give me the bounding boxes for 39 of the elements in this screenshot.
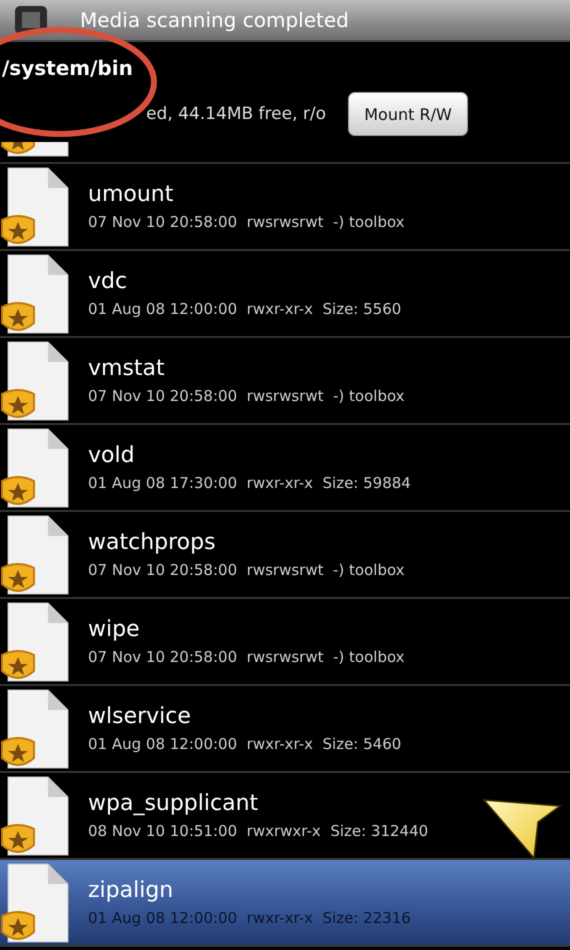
file-badge-icon [0, 514, 70, 596]
file-details: 07 Nov 10 20:58:00 rwsrwsrwt -) toolbox [88, 648, 405, 666]
mount-button[interactable]: Mount R/W [348, 92, 468, 136]
file-details: 07 Nov 10 20:58:00 rwsrwsrwt -) toolbox [88, 387, 405, 405]
file-badge-icon [0, 774, 70, 856]
file-badge-icon [0, 688, 70, 770]
file-badge-icon [0, 340, 70, 422]
file-row[interactable]: wipe 07 Nov 10 20:58:00 rwsrwsrwt -) toolbox [0, 599, 570, 686]
file-row[interactable]: umount 07 Nov 10 20:58:00 rwsrwsrwt -) toolbox [0, 164, 570, 251]
file-row[interactable]: vmstat 07 Nov 10 20:58:00 rwsrwsrwt -) toolbox [0, 338, 570, 425]
file-name: vold [88, 443, 136, 468]
notification-text: Media scanning completed [80, 8, 349, 32]
file-name: umount [88, 182, 174, 207]
file-badge-icon [0, 862, 70, 944]
file-badge-icon [0, 252, 70, 334]
file-details: 07 Nov 10 20:58:00 rwsrwsrwt -) toolbox [88, 213, 405, 231]
file-details: 01 Aug 08 12:00:00 rwxr-xr-x Size: 5560 [88, 300, 402, 318]
file-badge-icon [0, 600, 70, 682]
file-name: wipe [88, 617, 141, 642]
file-name: wpa_supplicant [88, 791, 260, 816]
file-row[interactable]: watchprops 07 Nov 10 20:58:00 rwsrwsrwt -) toolbox [0, 512, 570, 599]
file-row[interactable]: vdc 01 Aug 08 12:00:00 rwxr-xr-x Size: 5560 [0, 251, 570, 338]
file-badge-icon [0, 166, 70, 248]
file-name: vmstat [88, 356, 166, 381]
file-name: watchprops [88, 530, 217, 555]
file-details: 07 Nov 10 20:58:00 rwsrwsrwt -) toolbox [88, 561, 405, 579]
file-details: 01 Aug 08 12:00:00 rwxr-xr-x Size: 22316 [88, 909, 411, 927]
cursor-arrow-icon [482, 796, 562, 860]
file-details: 01 Aug 08 12:00:00 rwxr-xr-x Size: 5460 [88, 735, 402, 753]
file-row[interactable]: vold 01 Aug 08 17:30:00 rwxr-xr-x Size: 59884 [0, 425, 570, 512]
file-badge-icon [0, 426, 70, 508]
file-details: 01 Aug 08 17:30:00 rwxr-xr-x Size: 59884 [88, 474, 411, 492]
file-name: zipalign [88, 878, 174, 903]
file-name: vdc [88, 269, 128, 294]
file-row[interactable]: wlservice 01 Aug 08 12:00:00 rwxr-xr-x Size: 5460 [0, 686, 570, 773]
storage-info: ed, 44.14MB free, r/o [146, 104, 326, 124]
folder-path: /system/bin [2, 55, 134, 82]
file-name: wlservice [88, 704, 192, 729]
file-details: 08 Nov 10 10:51:00 rwxrwxr-x Size: 312440 [88, 822, 428, 840]
